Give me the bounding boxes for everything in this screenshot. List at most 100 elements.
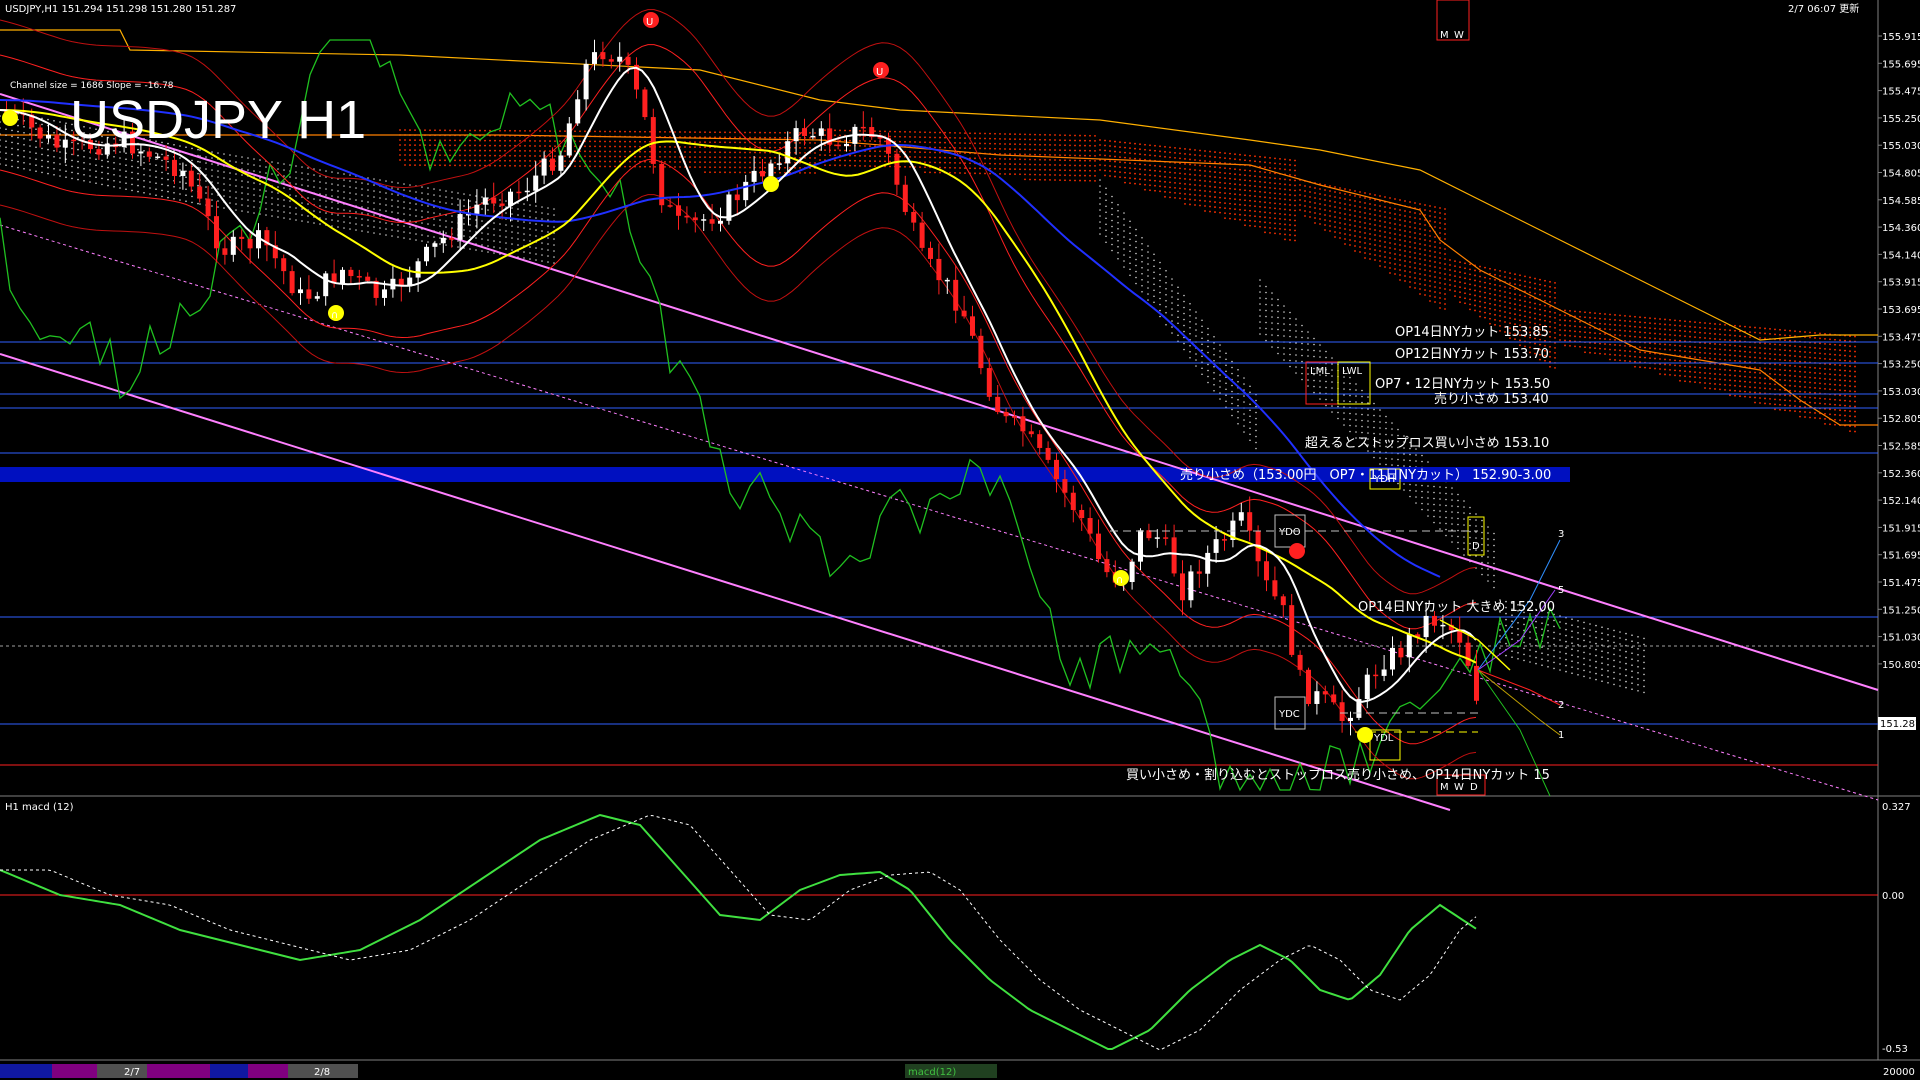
cloud-dot-white: [1517, 628, 1519, 630]
cloud-dot: [1059, 169, 1061, 172]
cloud-dot: [1624, 339, 1626, 342]
cloud-dot: [1549, 290, 1551, 293]
cloud-dot: [1159, 155, 1161, 158]
cloud-dot-white: [167, 178, 169, 181]
cloud-dot-white: [95, 176, 97, 178]
cloud-dot-white: [1571, 630, 1573, 632]
cloud-dot: [1589, 346, 1591, 349]
cloud-dot: [1334, 226, 1336, 228]
cloud-dot: [1264, 191, 1266, 194]
cloud-dot-white: [1445, 510, 1447, 513]
cloud-dot-white: [1117, 245, 1119, 248]
cloud-dot-white: [1427, 485, 1429, 487]
cloud-dot: [1179, 172, 1181, 175]
cloud-dot-white: [59, 121, 61, 123]
cloud-dot: [1789, 404, 1791, 407]
cloud-dot: [1539, 278, 1541, 281]
cloud-dot: [849, 159, 851, 162]
cloud-dot-white: [1325, 398, 1327, 401]
cloud-dot-white: [1589, 647, 1591, 649]
cloud-dot: [1459, 286, 1461, 289]
cloud-dot: [1139, 163, 1141, 166]
cloud-dot: [1009, 138, 1011, 140]
cloud-dot: [1139, 178, 1141, 181]
cloud-dot-white: [1225, 358, 1227, 361]
cloud-dot: [1854, 405, 1856, 408]
cloud-dot-white: [259, 171, 261, 173]
cloud-dot-white: [113, 174, 115, 176]
cloud-dot: [619, 130, 621, 133]
cloud-dot: [1529, 286, 1531, 289]
cloud-dot: [1264, 171, 1266, 174]
cloud-dot: [969, 132, 971, 135]
cloud-dot: [969, 147, 971, 150]
cloud-dot: [1414, 277, 1416, 279]
cloud-dot-white: [191, 201, 193, 204]
cloud-dot-white: [29, 163, 31, 165]
cloud-dot-white: [235, 161, 237, 163]
cloud-dot: [1684, 320, 1686, 323]
cloud-dot-white: [1547, 660, 1549, 662]
cloud-dot-white: [319, 211, 321, 213]
cloud-dot: [1504, 296, 1506, 298]
cloud-dot: [1809, 376, 1811, 379]
cloud-dot: [1534, 292, 1536, 295]
cloud-dot-white: [167, 184, 169, 187]
cloud-dot: [594, 165, 596, 168]
cloud-dot-white: [1481, 519, 1483, 522]
cloud-dot-white: [143, 192, 145, 194]
cloud-dot: [1534, 312, 1536, 315]
cloud-dot: [419, 154, 421, 157]
cloud-dot-white: [119, 151, 121, 153]
cloud-dot: [1204, 190, 1206, 192]
cloud-dot: [1059, 174, 1061, 177]
cloud-dot-white: [1231, 384, 1233, 387]
cloud-dot: [774, 146, 776, 149]
cloud-dot: [1294, 164, 1296, 167]
cloud-dot-white: [349, 192, 351, 194]
cloud-dot-white: [1123, 224, 1125, 226]
cloud-dot-white: [1589, 665, 1591, 667]
cloud-dot: [1139, 153, 1141, 156]
cloud-dot: [964, 172, 966, 175]
cloud-dot-white: [1361, 401, 1363, 404]
cloud-dot-white: [35, 152, 37, 154]
cloud-dot-white: [1183, 330, 1185, 333]
cloud-dot: [1844, 409, 1846, 412]
cloud-dot-white: [1105, 199, 1107, 202]
cloud-dot-white: [1595, 630, 1597, 633]
cloud-dot-white: [143, 156, 145, 158]
cloud-dot: [1204, 150, 1206, 152]
cloud-dot: [1354, 245, 1356, 247]
cloud-dot: [1384, 211, 1386, 213]
cloud-dot: [774, 131, 776, 134]
cloud-dot: [404, 154, 406, 156]
cloud-dot: [1224, 197, 1226, 200]
cloud-dot: [1199, 189, 1201, 192]
cloud-dot-white: [283, 187, 285, 189]
cloud-dot: [1504, 271, 1506, 273]
cloud-dot-white: [313, 210, 315, 212]
cloud-dot-white: [1171, 290, 1173, 292]
cloud-dot: [759, 136, 761, 139]
cloud-dot: [1274, 222, 1276, 225]
cloud-dot: [1034, 178, 1036, 181]
cloud-dot-white: [1541, 652, 1543, 654]
cloud-dot-white: [1129, 250, 1131, 253]
cloud-dot-white: [1529, 643, 1531, 645]
cloud-dot: [1254, 195, 1256, 198]
cloud-dot: [1069, 139, 1071, 142]
cloud-dot-white: [95, 164, 97, 166]
cloud-dot: [719, 131, 721, 134]
chart-canvas[interactable]: 3 5 2 1 YDO YDC YDL YDH D LML LWL M W M …: [0, 0, 1920, 1080]
cloud-dot-white: [547, 225, 549, 227]
cloud-dot: [1239, 208, 1241, 211]
cloud-dot: [959, 147, 961, 149]
cloud-dot: [1669, 344, 1671, 346]
cloud-dot: [1774, 363, 1776, 366]
cloud-dot-white: [1129, 256, 1131, 259]
cloud-dot: [1244, 214, 1246, 217]
cloud-dot: [1074, 139, 1076, 142]
cloud-dot-white: [1189, 302, 1191, 305]
cloud-dot: [499, 139, 501, 142]
